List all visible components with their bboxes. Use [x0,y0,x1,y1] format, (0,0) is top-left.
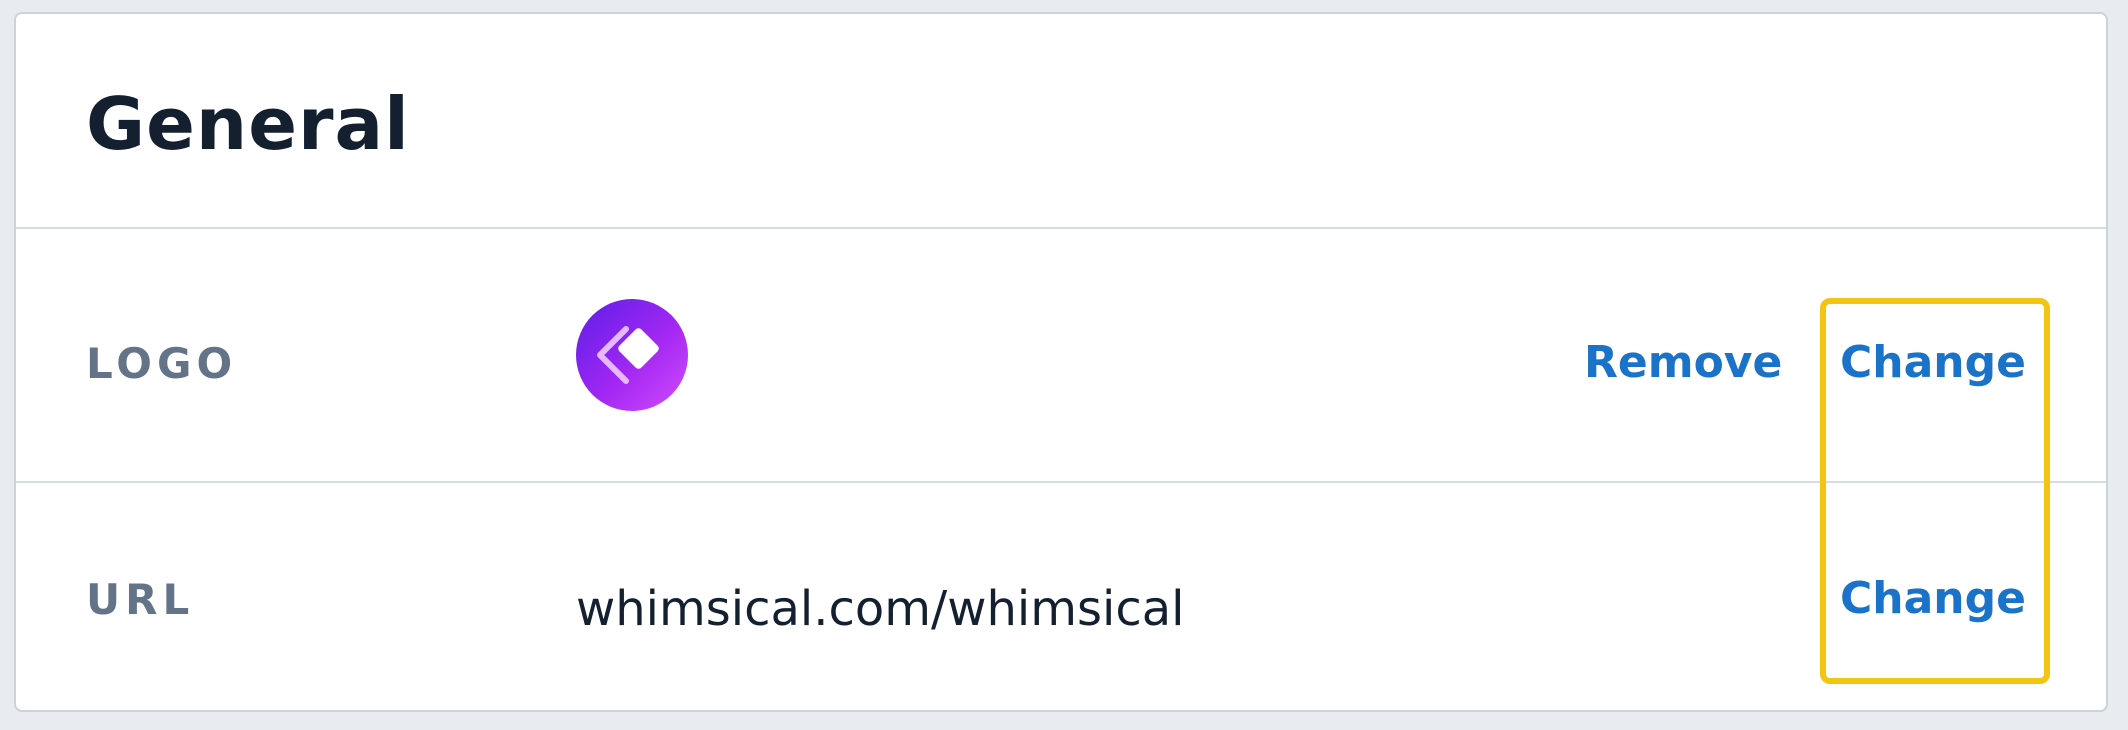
logo-label: LOGO [86,339,238,388]
whimsical-logo-icon [597,326,659,384]
change-logo-button[interactable]: Change [1840,337,2026,388]
url-setting-row: URL whimsical.com/whimsical Change [16,483,2106,710]
card-header: General [16,14,2106,229]
remove-logo-button[interactable]: Remove [1584,337,1782,388]
general-settings-card: General LOGO Remove Change URL whimsical… [14,12,2108,712]
section-title: General [86,82,410,166]
change-url-button[interactable]: Change [1840,573,2026,624]
workspace-logo-avatar [576,299,688,411]
logo-setting-row: LOGO Remove Change [16,227,2106,483]
url-label: URL [86,575,195,624]
workspace-url-value: whimsical.com/whimsical [576,581,1185,637]
